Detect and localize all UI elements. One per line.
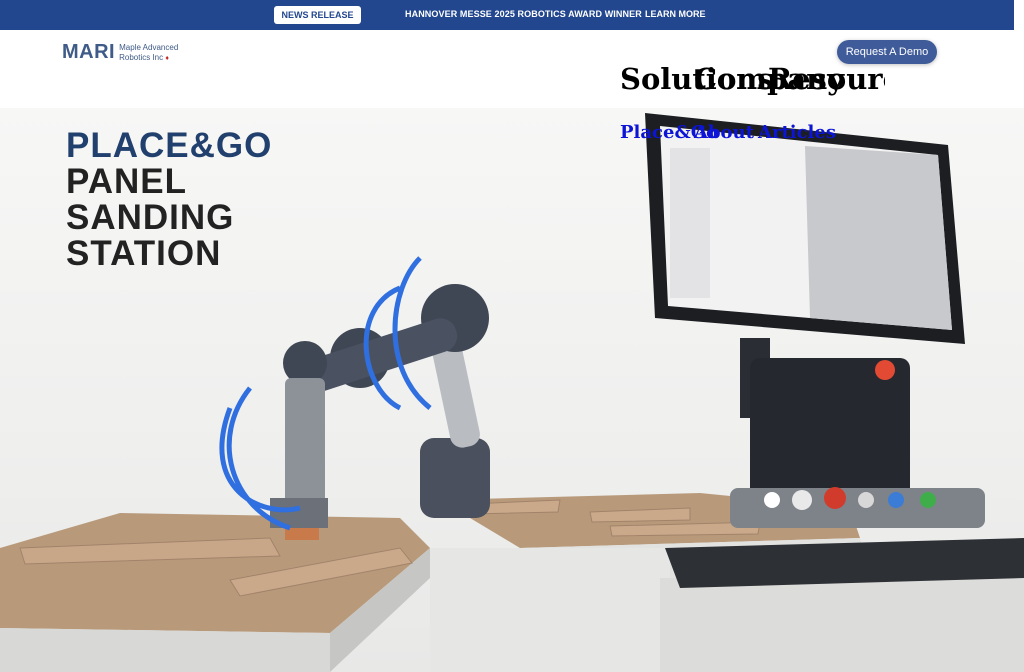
hero-title: PLACE&GO PANEL SANDING STATION	[66, 128, 272, 272]
learn-more-link[interactable]: LEARN MORE	[645, 9, 706, 19]
logo-line-1: Maple Advanced	[119, 43, 179, 52]
logo-line-2-text: Robotics Inc	[119, 53, 164, 62]
hero-title-line-4: STATION	[66, 234, 222, 273]
logo[interactable]: MARI Maple Advanced Robotics Inc ♦	[62, 42, 178, 64]
hero-title-line-1: PLACE&GO	[66, 126, 273, 165]
nav-sub-articles[interactable]: Articles	[758, 122, 836, 143]
nav-submenu: Place&Go About Articles	[620, 122, 860, 144]
hero-section: PLACE&GO PANEL SANDING STATION	[0, 108, 1024, 672]
announcement-bar: NEWS RELEASE HANNOVER MESSE 2025 ROBOTIC…	[0, 0, 1014, 30]
announcement-text: HANNOVER MESSE 2025 ROBOTICS AWARD WINNE…	[405, 9, 642, 19]
hero-title-line-2: PANEL	[66, 162, 188, 201]
main-nav: Solutions Company Resources	[620, 62, 885, 102]
nav-sub-about[interactable]: About	[694, 122, 754, 143]
request-demo-button[interactable]: Request A Demo	[837, 40, 937, 64]
nav-resources[interactable]: Resources	[768, 62, 885, 96]
maple-leaf-icon: ♦	[165, 55, 169, 62]
news-release-badge: NEWS RELEASE	[274, 6, 361, 24]
logo-mark: MARI	[62, 41, 116, 63]
logo-line-2: Robotics Inc ♦	[119, 53, 178, 64]
logo-subtitle: Maple Advanced Robotics Inc ♦	[119, 43, 178, 64]
hero-title-line-3: SANDING	[66, 198, 235, 237]
